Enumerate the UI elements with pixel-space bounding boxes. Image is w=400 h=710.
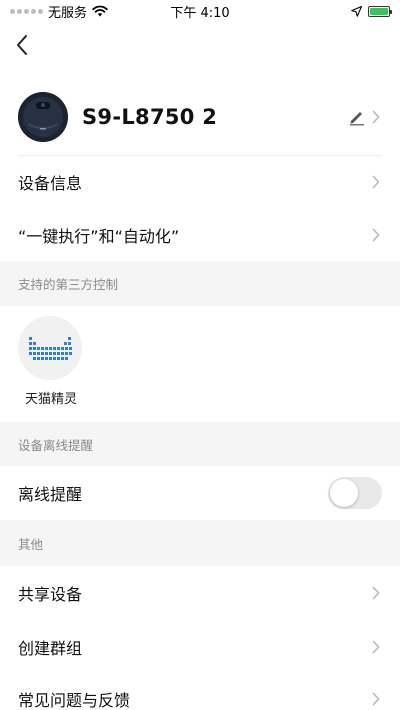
chevron-right-icon [370, 109, 382, 125]
share-device-row[interactable]: 共享设备 [0, 566, 400, 620]
tmall-genie-icon [18, 316, 82, 380]
back-button[interactable] [8, 30, 36, 60]
faq-feedback-row[interactable]: 常见问题与反馈 [0, 674, 400, 710]
tmall-genie-label: 天猫精灵 [24, 392, 77, 407]
chevron-right-icon [370, 227, 382, 243]
wifi-icon [92, 5, 108, 17]
chevron-right-icon [370, 174, 382, 190]
toggle-knob [330, 479, 358, 507]
automation-label: “一键执行”和“自动化” [18, 227, 180, 246]
device-info-label: 设备信息 [18, 174, 83, 193]
robot-vacuum-icon [18, 92, 68, 142]
offline-reminder-label: 离线提醒 [18, 485, 83, 504]
tmall-genie-item[interactable]: 天猫精灵 [18, 316, 84, 407]
create-group-row[interactable]: 创建群组 [0, 620, 400, 674]
signal-icon [10, 8, 43, 14]
status-bar: 无服务 下午 4:10 [0, 0, 400, 22]
chevron-right-icon [370, 639, 382, 655]
device-header[interactable]: S9-L8750 2 [0, 82, 400, 152]
faq-feedback-label: 常见问题与反馈 [18, 691, 131, 710]
location-arrow-icon [351, 5, 362, 17]
automation-row[interactable]: “一键执行”和“自动化” [0, 209, 400, 261]
create-group-label: 创建群组 [18, 639, 83, 658]
pencil-icon[interactable] [346, 106, 368, 128]
status-right [351, 5, 392, 17]
chevron-right-icon [370, 691, 382, 707]
status-left: 无服务 [10, 2, 108, 21]
offline-section-header: 设备离线提醒 [0, 422, 400, 466]
battery-icon [368, 5, 392, 17]
offline-reminder-toggle[interactable] [328, 477, 382, 509]
chevron-right-icon [370, 585, 382, 601]
third-party-panel: 天猫精灵 [0, 306, 400, 422]
chevron-left-icon [17, 35, 27, 55]
carrier-label: 无服务 [48, 5, 88, 21]
others-section-header: 其他 [0, 520, 400, 566]
offline-reminder-row: 离线提醒 [0, 466, 400, 520]
device-info-row[interactable]: 设备信息 [0, 156, 400, 208]
third-party-section-header: 支持的第三方控制 [0, 261, 400, 306]
device-name: S9-L8750 2 [82, 105, 218, 129]
share-device-label: 共享设备 [18, 585, 83, 604]
